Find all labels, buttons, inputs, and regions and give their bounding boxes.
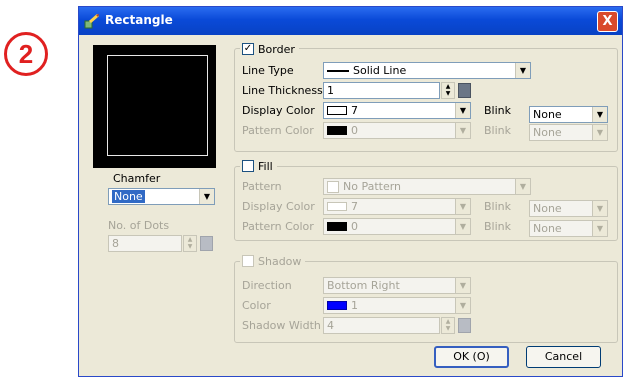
fill-display-color-select[interactable]: 7 ▼ — [323, 198, 471, 215]
close-button[interactable]: X — [597, 11, 618, 32]
title-bar[interactable]: Rectangle X — [79, 7, 622, 35]
blink-value: None — [533, 108, 562, 121]
fill-blink-select[interactable]: None ▼ — [529, 200, 608, 217]
fill-blink2-label: Blink — [484, 220, 512, 233]
blink2-value: None — [533, 126, 562, 139]
line-thickness-spinner[interactable]: ▲ ▼ — [441, 82, 455, 99]
display-color-select[interactable]: 7 ▼ — [323, 102, 471, 119]
blink2-label: Blink — [484, 124, 512, 137]
pattern-swatch — [327, 180, 339, 193]
chevron-down-icon[interactable]: ▼ — [515, 63, 530, 78]
shadow-color-value: 1 — [351, 299, 358, 312]
keypad-icon[interactable] — [458, 318, 471, 333]
chamfer-select[interactable]: None ▼ — [108, 188, 215, 205]
chevron-down-icon[interactable]: ▼ — [199, 189, 214, 204]
display-color-value: 7 — [351, 104, 358, 117]
fill-display-color-label: Display Color — [242, 200, 315, 213]
blink-select[interactable]: None ▼ — [529, 106, 608, 123]
chevron-down-icon[interactable]: ▼ — [592, 107, 607, 122]
chevron-down-icon[interactable]: ▼ — [515, 179, 530, 194]
fill-pattern-color-select[interactable]: 0 ▼ — [323, 218, 471, 235]
fill-display-color-value: 7 — [351, 200, 358, 213]
direction-select[interactable]: Bottom Right ▼ — [323, 277, 471, 294]
shape-preview — [93, 45, 216, 168]
color-swatch — [327, 202, 347, 211]
fill-blink-value: None — [533, 202, 562, 215]
pattern-color-select[interactable]: 0 ▼ — [323, 122, 471, 139]
color-swatch — [327, 301, 347, 310]
step-marker: 2 — [4, 32, 48, 76]
chevron-down-icon[interactable]: ▼ — [455, 278, 470, 293]
shadow-width-spinner[interactable]: ▲ ▼ — [441, 317, 455, 334]
display-color-label: Display Color — [242, 104, 315, 117]
line-type-label: Line Type — [242, 64, 294, 77]
color-swatch — [327, 106, 347, 115]
pattern-select[interactable]: No Pattern ▼ — [323, 178, 531, 195]
dots-label: No. of Dots — [108, 219, 170, 232]
keypad-icon[interactable] — [200, 236, 213, 251]
shadow-checkbox[interactable] — [242, 255, 254, 267]
pattern-value: No Pattern — [343, 180, 402, 193]
preview-rectangle — [107, 55, 208, 156]
chamfer-label: Chamfer — [113, 172, 161, 185]
fill-blink-label: Blink — [484, 200, 512, 213]
blink2-select[interactable]: None ▼ — [529, 124, 608, 141]
solid-line-icon — [327, 69, 349, 72]
chevron-down-icon[interactable]: ▼ — [455, 123, 470, 138]
fill-blink2-value: None — [533, 222, 562, 235]
chevron-down-icon[interactable]: ▼ — [592, 201, 607, 216]
line-thickness-label: Line Thickness — [242, 84, 323, 97]
line-thickness-input[interactable]: 1 — [323, 82, 440, 99]
shadow-header: Shadow — [240, 254, 306, 268]
chevron-down-icon[interactable]: ▼ — [455, 298, 470, 313]
chamfer-value: None — [112, 190, 145, 203]
shadow-color-select[interactable]: 1 ▼ — [323, 297, 471, 314]
shadow-color-label: Color — [242, 299, 271, 312]
color-swatch — [327, 126, 347, 135]
fill-pattern-color-label: Pattern Color — [242, 220, 314, 233]
border-header: ✓ Border — [240, 42, 299, 56]
chevron-down-icon[interactable]: ▼ — [592, 221, 607, 236]
chevron-down-icon[interactable]: ▼ — [455, 199, 470, 214]
pattern-color-label: Pattern Color — [242, 124, 314, 137]
fill-header: Fill — [240, 159, 277, 173]
dots-spinner[interactable]: ▲ ▼ — [183, 235, 197, 252]
keypad-icon[interactable] — [458, 83, 471, 98]
rectangle-dialog: Rectangle X Chamfer None ▼ No. of Dots 8… — [78, 6, 623, 377]
fill-label: Fill — [258, 159, 273, 173]
pattern-color-value: 0 — [351, 124, 358, 137]
direction-value: Bottom Right — [327, 279, 400, 292]
blink-label: Blink — [484, 104, 512, 117]
line-type-select[interactable]: Solid Line ▼ — [323, 62, 531, 79]
direction-label: Direction — [242, 279, 292, 292]
fill-pattern-color-value: 0 — [351, 220, 358, 233]
chevron-down-icon[interactable]: ▼ — [455, 219, 470, 234]
pattern-label: Pattern — [242, 180, 282, 193]
window-title: Rectangle — [105, 13, 173, 27]
color-swatch — [327, 222, 347, 231]
chevron-down-icon[interactable]: ▼ — [455, 103, 470, 118]
app-icon — [84, 13, 99, 29]
shadow-width-input[interactable]: 4 — [323, 317, 440, 334]
cancel-button[interactable]: Cancel — [526, 346, 601, 368]
ok-button[interactable]: OK (O) — [434, 346, 509, 368]
shadow-label: Shadow — [258, 254, 302, 268]
chevron-down-icon[interactable]: ▼ — [592, 125, 607, 140]
fill-checkbox[interactable] — [242, 160, 254, 172]
line-type-value: Solid Line — [353, 64, 407, 77]
border-checkbox[interactable]: ✓ — [242, 43, 254, 55]
dots-input[interactable]: 8 — [108, 235, 182, 252]
border-label: Border — [258, 42, 295, 56]
fill-blink2-select[interactable]: None ▼ — [529, 220, 608, 237]
shadow-width-label: Shadow Width — [242, 319, 321, 332]
